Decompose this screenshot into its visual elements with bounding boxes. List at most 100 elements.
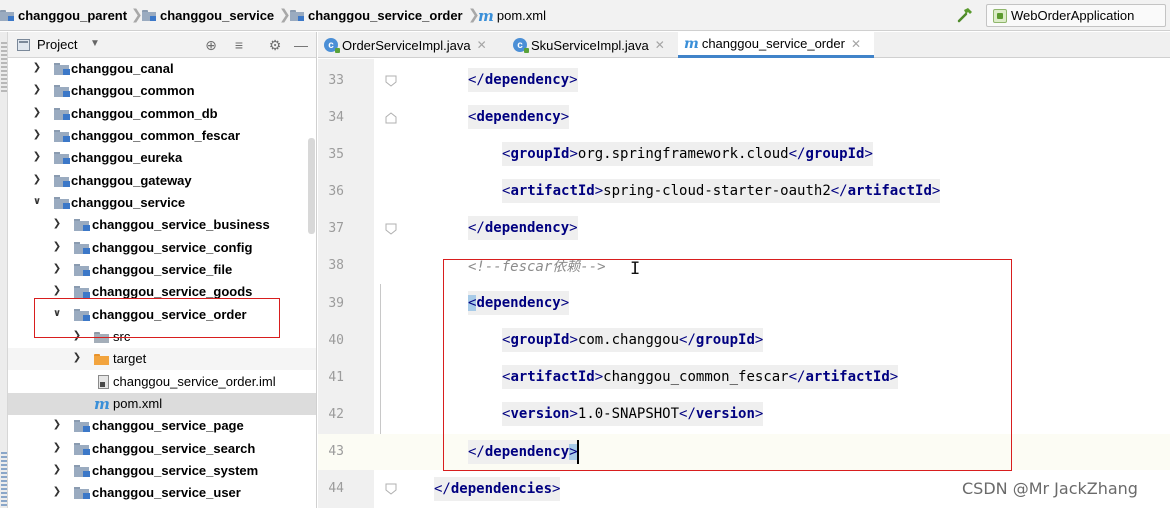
minimize-icon[interactable]: —: [292, 36, 310, 54]
tree-item-label: target: [113, 351, 147, 366]
xml-element: <artifactId>spring-cloud-starter-oauth2<…: [502, 179, 941, 203]
chevron-down-icon[interactable]: ∨: [32, 196, 42, 207]
chevron-right-icon[interactable]: [32, 84, 42, 95]
module-icon: [74, 219, 90, 231]
project-tree: changgou_canal changgou_common changgou_…: [8, 58, 316, 508]
tree-item-changgou-service[interactable]: ∨ changgou_service: [8, 192, 316, 214]
tree-scrollbar[interactable]: [308, 138, 315, 234]
chevron-right-icon[interactable]: [32, 129, 42, 140]
project-tool-button[interactable]: [1, 42, 7, 94]
tree-item-changgou-common-db[interactable]: changgou_common_db: [8, 103, 316, 125]
fold-end-icon[interactable]: [384, 74, 398, 88]
code-line-37: </dependency>: [468, 214, 578, 242]
module-icon: [54, 175, 70, 187]
chevron-right-icon[interactable]: [32, 174, 42, 185]
chevron-right-icon[interactable]: [52, 442, 62, 453]
xml-tag: <dependency>: [468, 105, 570, 129]
project-view-title[interactable]: Project: [37, 37, 77, 52]
tree-item-target[interactable]: target: [8, 348, 316, 370]
tree-item-changgou-service-page[interactable]: changgou_service_page: [8, 415, 316, 437]
xml-tag: </dependencies>: [434, 477, 561, 501]
breadcrumb-label: changgou_parent: [18, 8, 128, 23]
tree-item-changgou-common[interactable]: changgou_common: [8, 80, 316, 102]
tree-item-label: pom.xml: [113, 396, 163, 411]
breadcrumb-label: changgou_service_order: [308, 8, 463, 23]
locate-target-icon[interactable]: ⊕: [202, 36, 220, 54]
tree-item-changgou-common-fescar[interactable]: changgou_common_fescar: [8, 125, 316, 147]
tree-item-changgou-eureka[interactable]: changgou_eureka: [8, 147, 316, 169]
line-number: 33: [328, 73, 344, 88]
module-icon: [54, 108, 70, 120]
tab-pom-changgou-service-order[interactable]: m changgou_service_order ✕: [678, 32, 874, 58]
breadcrumb-pom-xml[interactable]: m pom.xml: [478, 7, 546, 25]
module-icon: [142, 10, 156, 21]
tree-item-label: changgou_service_user: [92, 485, 241, 500]
fold-start-icon[interactable]: [384, 111, 398, 125]
breadcrumb-changgou-service[interactable]: changgou_service: [142, 7, 274, 24]
chevron-right-icon[interactable]: [52, 486, 62, 497]
highlight-box: [443, 259, 1012, 471]
chevron-right-icon[interactable]: [52, 419, 62, 430]
tree-item-pom-xml[interactable]: m pom.xml: [8, 393, 316, 415]
tree-item-label: changgou_canal: [71, 61, 174, 76]
chevron-right-icon[interactable]: [52, 263, 62, 274]
tree-item-changgou-canal[interactable]: changgou_canal: [8, 58, 316, 80]
run-configuration-select[interactable]: WebOrderApplication: [986, 4, 1166, 27]
module-icon: [290, 10, 304, 21]
tree-item-label: changgou_service_page: [92, 418, 244, 433]
tree-item-label: changgou_service_config: [92, 240, 253, 255]
code-line-34: <dependency>: [468, 103, 570, 131]
tree-item-label: changgou_service_order.iml: [113, 374, 276, 389]
tree-item-label: changgou_common_fescar: [71, 128, 241, 143]
java-class-icon: c: [324, 38, 340, 53]
tree-item-label: changgou_service_goods: [92, 284, 253, 299]
xml-tag: </dependency>: [468, 68, 578, 92]
close-icon[interactable]: ✕: [655, 38, 665, 52]
maven-icon: m: [684, 35, 699, 52]
tree-item-changgou-service-file[interactable]: changgou_service_file: [8, 259, 316, 281]
chevron-down-icon[interactable]: ▼: [90, 38, 100, 49]
tab-label: SkuServiceImpl.java: [531, 37, 649, 53]
chevron-right-icon[interactable]: [72, 352, 82, 363]
chevron-right-icon[interactable]: [32, 107, 42, 118]
chevron-right-icon[interactable]: [52, 464, 62, 475]
fold-end-icon[interactable]: [384, 222, 398, 236]
module-icon: [54, 85, 70, 97]
tab-label: changgou_service_order: [701, 36, 845, 51]
chevron-right-icon[interactable]: [52, 285, 62, 296]
indent-guide: [380, 284, 381, 434]
tree-item-changgou-gateway[interactable]: changgou_gateway: [8, 170, 316, 192]
breadcrumb-changgou-parent[interactable]: changgou_parent: [0, 7, 127, 24]
chevron-right-icon[interactable]: [32, 151, 42, 162]
tree-item-changgou-service-user[interactable]: changgou_service_user: [8, 482, 316, 504]
tree-item-changgou-service-config[interactable]: changgou_service_config: [8, 237, 316, 259]
gear-icon[interactable]: ⚙: [266, 36, 284, 54]
chevron-right-icon[interactable]: [32, 62, 42, 73]
navigation-bar: changgou_parent ❯ changgou_service ❯ cha…: [0, 0, 1170, 31]
tab-order-service-impl[interactable]: c OrderServiceImpl.java ✕: [318, 32, 502, 58]
collapse-all-icon[interactable]: ≡: [230, 36, 248, 54]
build-hammer-icon[interactable]: [956, 6, 974, 24]
line-number: 39: [328, 296, 344, 311]
fold-end-icon[interactable]: [384, 482, 398, 496]
structure-tool-button[interactable]: [1, 452, 7, 508]
tree-item-changgou-service-business[interactable]: changgou_service_business: [8, 214, 316, 236]
module-icon: [54, 63, 70, 75]
xml-element: <groupId>org.springframework.cloud</grou…: [502, 142, 873, 166]
tree-item-changgou-service-search[interactable]: changgou_service_search: [8, 438, 316, 460]
breadcrumb-separator: ❯: [131, 6, 143, 22]
close-icon[interactable]: ✕: [477, 38, 487, 52]
module-icon: [74, 465, 90, 477]
chevron-right-icon[interactable]: [52, 218, 62, 229]
tab-sku-service-impl[interactable]: c SkuServiceImpl.java ✕: [507, 32, 675, 58]
run-configuration-label: WebOrderApplication: [1011, 8, 1135, 23]
breadcrumb-label: pom.xml: [496, 8, 546, 23]
excluded-folder-icon: [94, 354, 109, 365]
breadcrumb-changgou-service-order[interactable]: changgou_service_order: [290, 7, 463, 24]
module-icon: [74, 487, 90, 499]
line-number: 44: [328, 481, 344, 496]
tree-item-iml-file[interactable]: changgou_service_order.iml: [8, 371, 316, 393]
close-icon[interactable]: ✕: [851, 37, 861, 51]
tree-item-changgou-service-system[interactable]: changgou_service_system: [8, 460, 316, 482]
chevron-right-icon[interactable]: [52, 241, 62, 252]
